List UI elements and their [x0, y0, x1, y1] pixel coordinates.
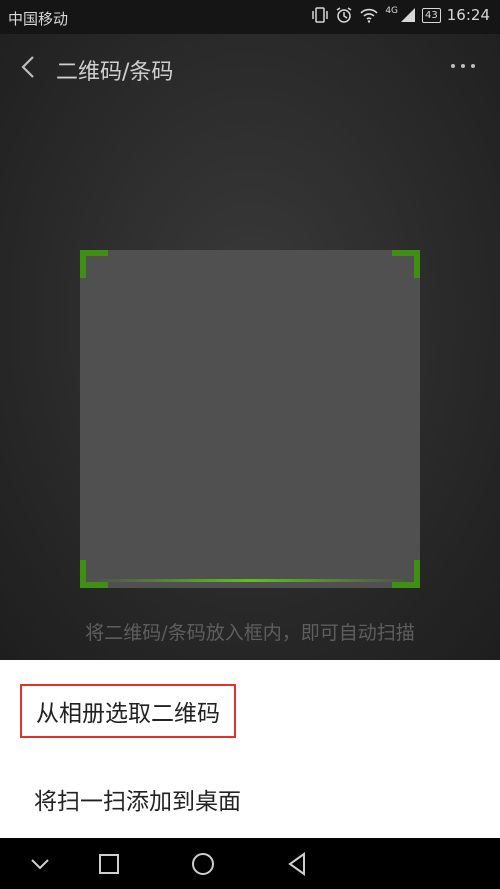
network-type: 4G: [385, 6, 399, 16]
scan-line: [92, 579, 408, 582]
action-sheet: 从相册选取二维码 将扫一扫添加到桌面: [0, 660, 500, 838]
add-to-desktop-button[interactable]: 将扫一扫添加到桌面: [34, 782, 241, 816]
clock: 16:24: [446, 6, 490, 24]
chevron-down-icon[interactable]: [26, 850, 54, 878]
frame-corner-top-left: [80, 250, 108, 278]
circle-icon[interactable]: [189, 850, 217, 878]
frame-corner-bottom-right: [392, 560, 420, 588]
square-icon[interactable]: [95, 850, 123, 878]
status-icons: 4G 43 16:24: [311, 6, 490, 24]
chevron-left-icon[interactable]: [14, 52, 44, 82]
frame-corner-bottom-left: [80, 560, 108, 588]
select-from-album-button[interactable]: 从相册选取二维码: [20, 684, 236, 738]
scan-hint: 将二维码/条码放入框内，即可自动扫描: [85, 622, 415, 644]
carrier-name: 中国移动: [8, 10, 69, 28]
frame-corner-top-right: [392, 250, 420, 278]
alarm-icon: [336, 7, 352, 23]
more-dots-icon[interactable]: [448, 54, 478, 78]
wifi-icon: [360, 8, 378, 23]
status-bar: 中国移动 4G 43 16:24: [0, 0, 500, 34]
signal-icon: [401, 8, 416, 22]
scan-frame: [80, 250, 420, 588]
navigation-bar: [0, 838, 500, 889]
triangle-back-icon[interactable]: [283, 850, 311, 878]
header: 二维码/条码: [0, 34, 500, 102]
battery-icon: 43: [422, 7, 441, 23]
vibrate-icon: [312, 7, 329, 23]
page-title: 二维码/条码: [56, 60, 174, 85]
